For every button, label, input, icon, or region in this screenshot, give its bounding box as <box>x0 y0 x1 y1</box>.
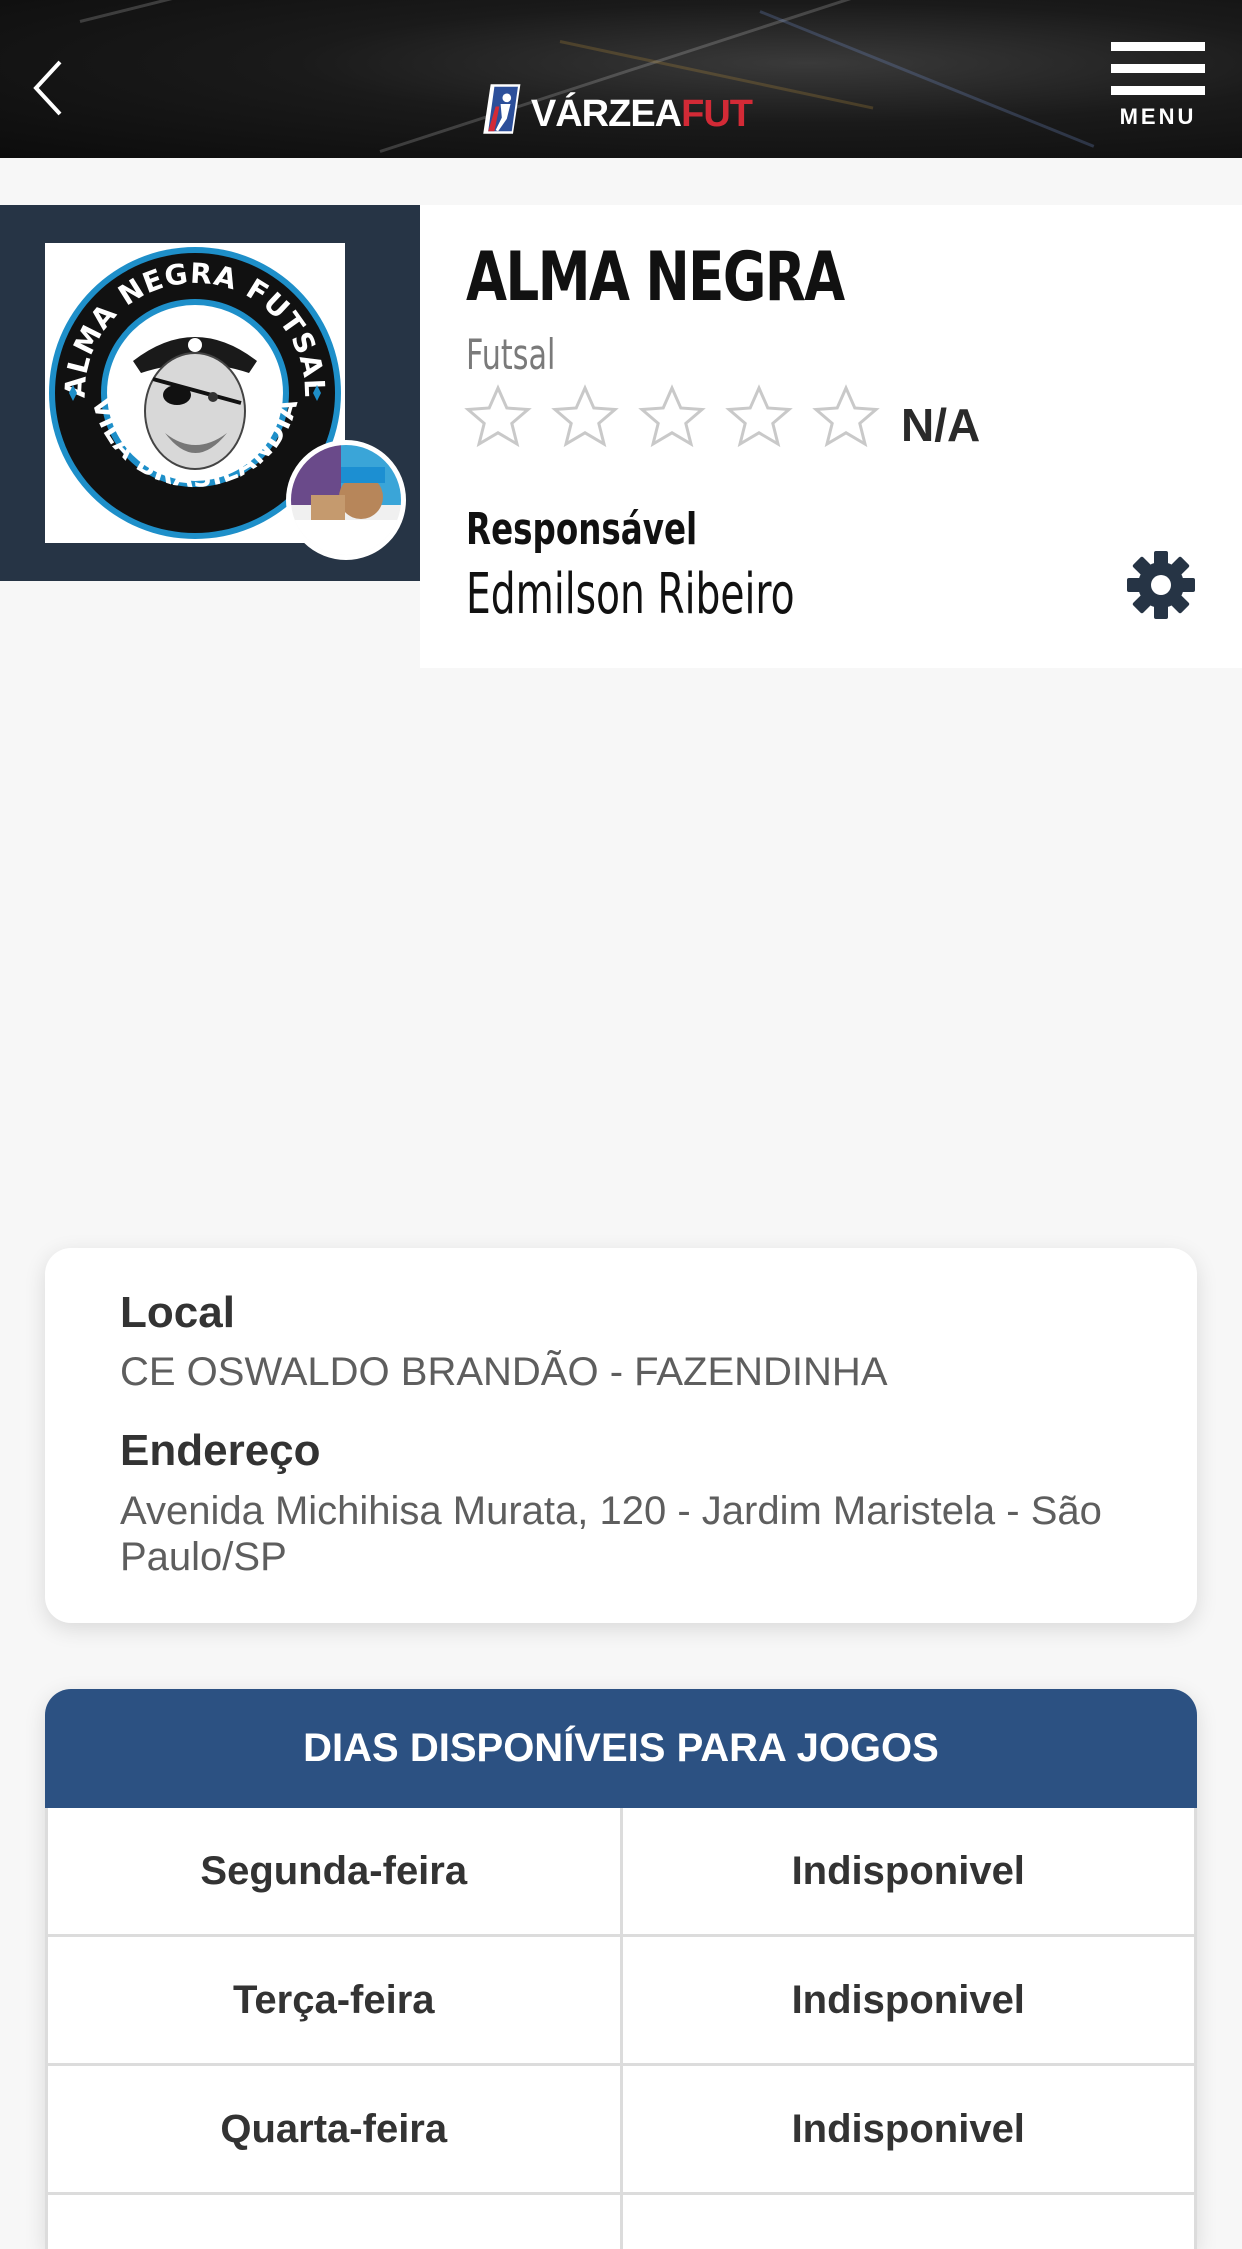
available-days-title: DIAS DISPONÍVEIS PARA JOGOS <box>45 1689 1197 1808</box>
day-status: Indisponivel <box>619 1937 1197 2063</box>
local-value: CE OSWALDO BRANDÃO - FAZENDINHA <box>120 1350 888 1394</box>
star-empty-icon <box>638 384 706 448</box>
menu-button[interactable]: MENU <box>1108 42 1208 142</box>
logo-text: VÁRZEAFUT <box>530 92 753 136</box>
location-card: Local CE OSWALDO BRANDÃO - FAZENDINHA En… <box>45 1248 1197 1623</box>
header-background-streak <box>79 0 488 23</box>
rating-value: N/A <box>901 399 981 451</box>
local-label: Local <box>120 1288 235 1337</box>
logo-text-red: FUT <box>681 92 753 135</box>
table-row: Terça-feira Indisponivel <box>45 1937 1197 2066</box>
settings-button[interactable] <box>1124 548 1198 622</box>
address-label: Endereço <box>120 1426 321 1475</box>
day-name: Segunda-feira <box>45 1808 620 1934</box>
day-status: Indisponivel <box>619 1808 1197 1934</box>
chevron-left-icon <box>33 60 62 116</box>
avatar-photo-image <box>291 445 401 555</box>
table-row <box>45 2195 1197 2249</box>
responsible-avatar[interactable] <box>286 440 406 560</box>
hamburger-menu-icon <box>1111 42 1205 108</box>
menu-label: MENU <box>1119 104 1197 129</box>
team-name: ALMA NEGRA <box>466 238 845 317</box>
table-row: Quarta-feira Indisponivel <box>45 2066 1197 2195</box>
app-header: VÁRZEAFUT MENU <box>0 0 1242 158</box>
rating-stars[interactable] <box>462 382 897 454</box>
star-empty-icon <box>464 384 532 448</box>
gear-icon <box>1127 551 1195 619</box>
day-name: Quarta-feira <box>45 2066 620 2192</box>
back-button[interactable] <box>28 56 72 120</box>
day-name <box>45 2195 620 2249</box>
logo-mark-icon <box>483 84 521 134</box>
table-row: Segunda-feira Indisponivel <box>45 1808 1197 1937</box>
team-sport: Futsal <box>466 330 556 379</box>
responsible-label: Responsável <box>466 504 698 555</box>
star-empty-icon <box>551 384 619 448</box>
header-background-streak <box>759 10 1095 148</box>
logo-text-white: VÁRZEA <box>530 92 682 135</box>
responsible-name: Edmilson Ribeiro <box>466 562 795 627</box>
star-empty-icon <box>725 384 793 448</box>
day-name: Terça-feira <box>45 1937 620 2063</box>
varzeafut-logo: VÁRZEAFUT <box>482 64 753 154</box>
day-status <box>619 2195 1197 2249</box>
star-empty-icon <box>812 384 880 448</box>
address-value: Avenida Michihisa Murata, 120 - Jardim M… <box>120 1489 1102 1579</box>
available-days-table: DIAS DISPONÍVEIS PARA JOGOS Segunda-feir… <box>45 1689 1197 2249</box>
day-status: Indisponivel <box>619 2066 1197 2192</box>
